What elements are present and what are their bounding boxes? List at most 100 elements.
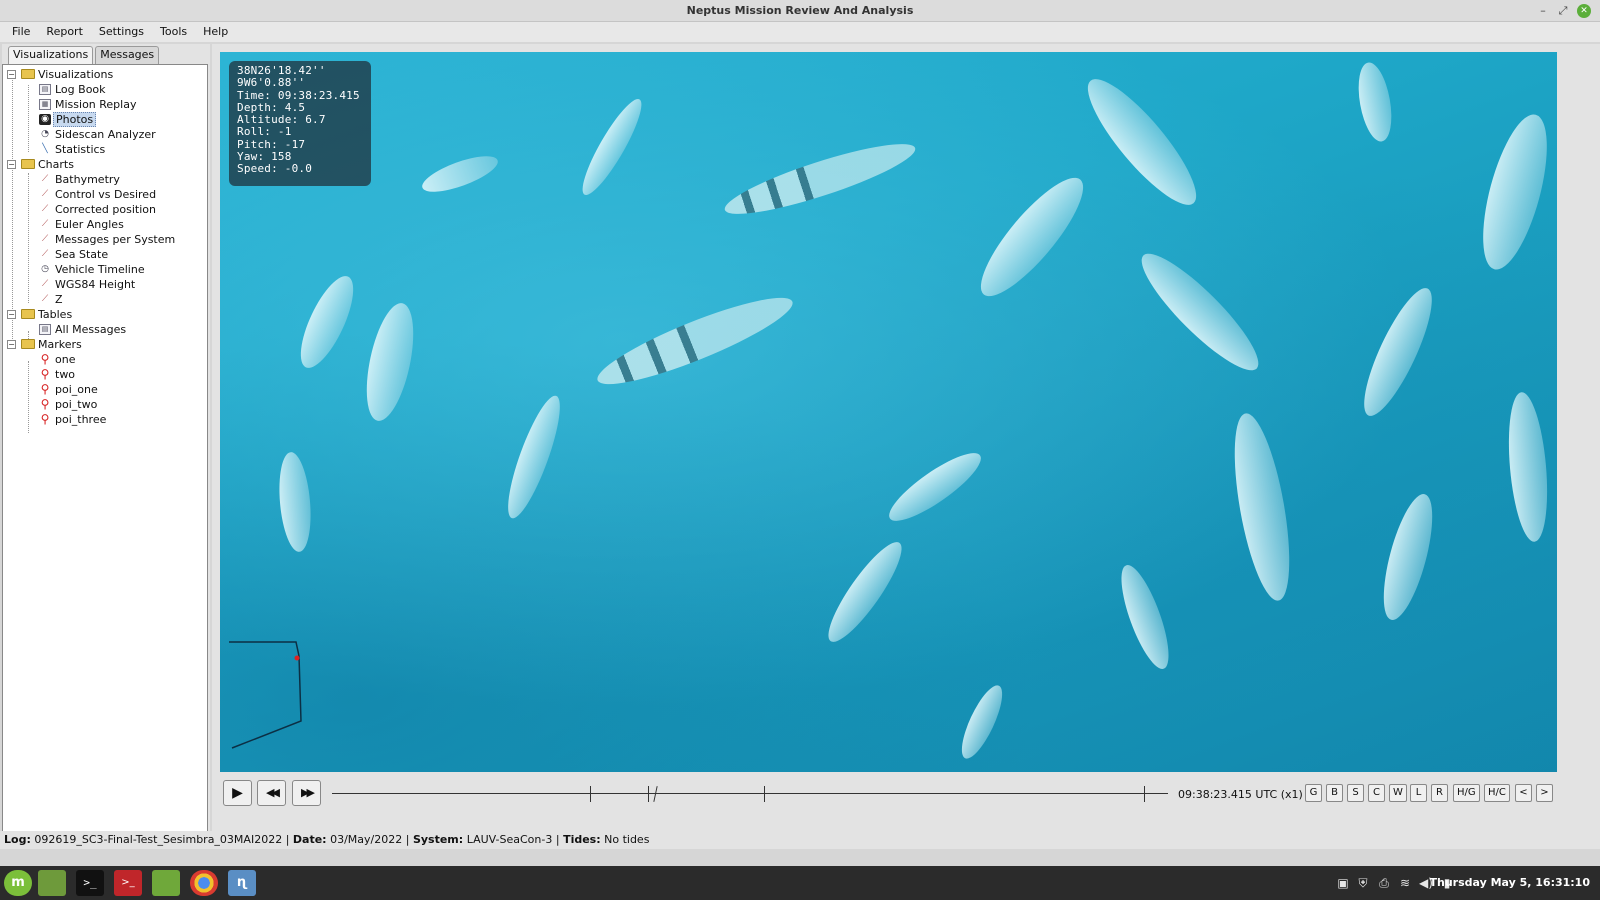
tree-item-label: Control vs Desired	[55, 188, 157, 201]
tree-item-marker-poi-two[interactable]: ⚲ poi_two	[3, 397, 207, 412]
previous-button[interactable]: <	[1515, 784, 1532, 802]
tree-item-statistics[interactable]: ╲ Statistics	[3, 142, 207, 157]
chrome-icon[interactable]	[190, 870, 218, 896]
tree-item-label: poi_two	[55, 398, 98, 411]
next-button[interactable]: >	[1536, 784, 1553, 802]
marker-pin-icon: ⚲	[40, 352, 50, 366]
tree-item-z[interactable]: ⟋ Z	[3, 292, 207, 307]
tree-item-corrected-position[interactable]: ⟋ Corrected position	[3, 202, 207, 217]
fish-shape	[1223, 409, 1301, 605]
tree-item-photos[interactable]: ◉ Photos	[3, 112, 207, 127]
filter-button-hc[interactable]: H/C	[1484, 784, 1510, 802]
tree-item-label: two	[55, 368, 76, 381]
timeline-axis	[332, 793, 1168, 794]
chart-icon: ⟋	[41, 204, 49, 214]
chart-icon: ⟋	[41, 174, 49, 184]
film-icon: ▦	[39, 99, 51, 110]
tree-item-marker-two[interactable]: ⚲ two	[3, 367, 207, 382]
tab-visualizations[interactable]: Visualizations	[8, 46, 94, 64]
collapse-icon[interactable]: −	[7, 340, 16, 349]
tree-folder-label: Charts	[38, 158, 74, 171]
maximize-button[interactable]: ⤢	[1552, 0, 1574, 22]
file-manager-icon[interactable]	[38, 870, 66, 896]
tree-item-bathymetry[interactable]: ⟋ Bathymetry	[3, 172, 207, 187]
menu-file[interactable]: File	[4, 22, 38, 42]
stats-icon: ╲	[42, 144, 48, 154]
timeline-slider[interactable]	[332, 786, 1168, 802]
chart-icon: ⟋	[41, 279, 49, 289]
system-label: System:	[412, 833, 464, 846]
menu-settings[interactable]: Settings	[91, 22, 152, 42]
tree-folder-label: Visualizations	[38, 68, 114, 81]
terminal-red-icon[interactable]: >_	[114, 870, 142, 896]
filter-button-w[interactable]: W	[1389, 784, 1407, 802]
tree-item-label: poi_three	[55, 413, 107, 426]
minimize-button[interactable]: –	[1532, 0, 1554, 22]
tree-item-marker-one[interactable]: ⚲ one	[3, 352, 207, 367]
play-button[interactable]: ▶	[223, 780, 252, 806]
timeline-marker	[648, 786, 649, 802]
timeline-marker	[1144, 786, 1145, 802]
tree-item-euler-angles[interactable]: ⟋ Euler Angles	[3, 217, 207, 232]
tree-item-messages-per-system[interactable]: ⟋ Messages per System	[3, 232, 207, 247]
playback-time-label: 09:38:23.415 UTC (x1)	[1178, 788, 1303, 801]
marker-pin-icon: ⚲	[40, 382, 50, 396]
fish-shape	[1352, 280, 1444, 424]
filter-button-c[interactable]: C	[1368, 784, 1385, 802]
fish-shape	[954, 680, 1010, 764]
fish-shape	[719, 131, 921, 227]
tree-item-marker-poi-three[interactable]: ⚲ poi_three	[3, 412, 207, 427]
collapse-icon[interactable]: −	[7, 310, 16, 319]
tree-item-wgs84-height[interactable]: ⟋ WGS84 Height	[3, 277, 207, 292]
tree-item-marker-poi-one[interactable]: ⚲ poi_one	[3, 382, 207, 397]
tides-value: No tides	[604, 833, 650, 846]
tree-folder-charts[interactable]: − Charts	[3, 157, 207, 172]
tree-item-sea-state[interactable]: ⟋ Sea State	[3, 247, 207, 262]
mint-menu-icon[interactable]: m	[4, 870, 32, 896]
tab-messages[interactable]: Messages	[95, 46, 160, 64]
close-button[interactable]: ✕	[1577, 4, 1591, 18]
printer-icon[interactable]: ⎙	[1375, 866, 1393, 900]
tree-item-all-messages[interactable]: ▤ All Messages	[3, 322, 207, 337]
tree-item-sidescan-analyzer[interactable]: ◔ Sidescan Analyzer	[3, 127, 207, 142]
neptus-icon[interactable]: ɳ	[228, 870, 256, 896]
chart-icon: ⟋	[41, 294, 49, 304]
filter-button-l[interactable]: L	[1410, 784, 1427, 802]
filter-button-b[interactable]: B	[1326, 784, 1343, 802]
fish-shape	[966, 165, 1098, 309]
tree-folder-markers[interactable]: − Markers	[3, 337, 207, 352]
menu-help[interactable]: Help	[195, 22, 236, 42]
terminal-icon[interactable]: >_	[76, 870, 104, 896]
tree-item-control-vs-desired[interactable]: ⟋ Control vs Desired	[3, 187, 207, 202]
tree-item-log-book[interactable]: ▤ Log Book	[3, 82, 207, 97]
clock-icon: ◷	[41, 264, 49, 274]
shield-icon[interactable]: ⛨	[1354, 866, 1372, 900]
tree-item-label: Sea State	[55, 248, 109, 261]
underwater-photo[interactable]: 38N26'18.42'' 9W6'0.88'' Time: 09:38:23.…	[220, 52, 1557, 772]
timeline-handle[interactable]	[653, 786, 658, 802]
collapse-icon[interactable]: −	[7, 160, 16, 169]
fast-forward-button[interactable]: ▶▶	[292, 780, 321, 806]
filter-button-s[interactable]: S	[1347, 784, 1364, 802]
filter-button-hg[interactable]: H/G	[1453, 784, 1480, 802]
system-value: LAUV-SeaCon-3	[466, 833, 553, 846]
filter-button-r[interactable]: R	[1431, 784, 1448, 802]
menu-tools[interactable]: Tools	[152, 22, 195, 42]
tree-folder-visualizations[interactable]: − Visualizations	[3, 67, 207, 82]
tree-folder-tables[interactable]: − Tables	[3, 307, 207, 322]
marker-pin-icon: ⚲	[40, 367, 50, 381]
vehicle-position-marker	[294, 655, 300, 661]
tree-item-mission-replay[interactable]: ▦ Mission Replay	[3, 97, 207, 112]
collapse-icon[interactable]: −	[7, 70, 16, 79]
folder-open-icon	[21, 309, 35, 319]
clock[interactable]: Thursday May 5, 16:31:10	[1429, 866, 1590, 900]
menu-report[interactable]: Report	[38, 22, 90, 42]
filter-button-g[interactable]: G	[1305, 784, 1322, 802]
rewind-button[interactable]: ◀◀	[257, 780, 286, 806]
clipboard-icon[interactable]: ▣	[1334, 866, 1352, 900]
fish-shape	[1353, 60, 1397, 144]
window-titlebar: Neptus Mission Review And Analysis	[0, 0, 1600, 22]
tree-item-vehicle-timeline[interactable]: ◷ Vehicle Timeline	[3, 262, 207, 277]
wifi-icon[interactable]: ≋	[1396, 866, 1414, 900]
folder-icon[interactable]	[152, 870, 180, 896]
